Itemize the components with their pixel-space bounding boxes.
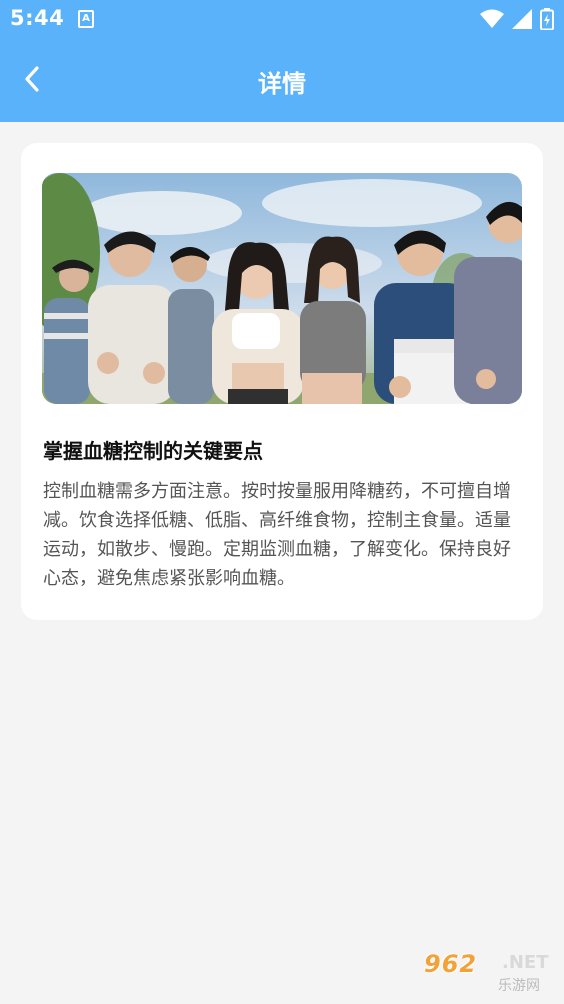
status-bar: 5:44 A	[0, 0, 564, 40]
top-app-bar: 详情	[0, 40, 564, 122]
battery-icon	[540, 8, 554, 30]
page-title: 详情	[258, 70, 306, 98]
watermark-brand: 962	[424, 950, 478, 978]
article-image	[42, 173, 522, 404]
wifi-icon	[480, 9, 504, 29]
app-screen: 5:44 A 详情 掌握血糖控制的关键要点 控制血糖需多方面注意。按时按量服用降…	[0, 0, 564, 1004]
signal-icon	[512, 9, 532, 29]
watermark-domain: .NET	[502, 952, 549, 973]
watermark-name: 乐游网	[498, 978, 540, 994]
status-icons	[480, 8, 554, 30]
site-watermark: 962 .NET 乐游网	[424, 950, 556, 996]
notification-badge: A	[78, 10, 94, 28]
article-title: 掌握血糖控制的关键要点	[43, 439, 263, 463]
article-card: 掌握血糖控制的关键要点 控制血糖需多方面注意。按时按量服用降糖药，不可擅自增减。…	[21, 143, 543, 620]
article-body: 控制血糖需多方面注意。按时按量服用降糖药，不可擅自增减。饮食选择低糖、低脂、高纤…	[43, 481, 511, 589]
status-time: 5:44	[10, 6, 65, 30]
